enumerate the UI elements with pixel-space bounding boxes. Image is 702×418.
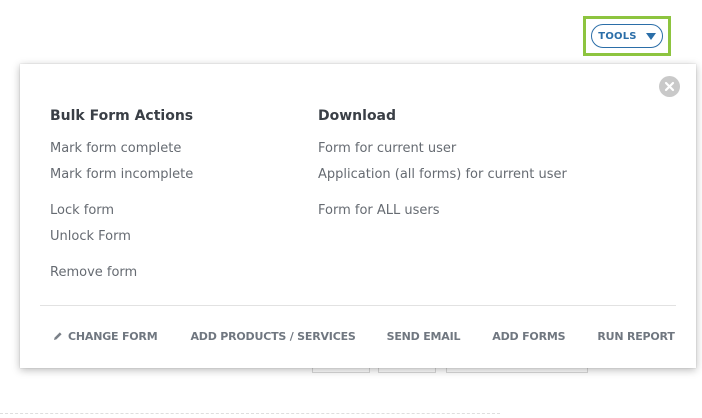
panel-divider	[40, 305, 676, 306]
unlock-form-link[interactable]: Unlock Form	[50, 229, 193, 245]
bulk-form-actions-heading: Bulk Form Actions	[50, 108, 194, 124]
change-form-label: CHANGE FORM	[68, 329, 158, 343]
tools-button-label: TOOLS	[598, 30, 637, 42]
download-heading: Download	[318, 108, 397, 124]
remove-form-link[interactable]: Remove form	[50, 265, 193, 281]
download-application-current-user-link[interactable]: Application (all forms) for current user	[318, 167, 567, 183]
background-divider	[0, 413, 500, 414]
tools-button[interactable]: TOOLS	[591, 24, 663, 48]
mark-form-incomplete-link[interactable]: Mark form incomplete	[50, 167, 193, 183]
lock-form-link[interactable]: Lock form	[50, 203, 193, 219]
dropdown-footer-actions: CHANGE FORM ADD PRODUCTS / SERVICES SEND…	[53, 329, 675, 343]
add-forms-button[interactable]: ADD FORMS	[492, 330, 565, 343]
tools-button-highlight: TOOLS	[583, 16, 671, 56]
change-form-button[interactable]: CHANGE FORM	[53, 329, 158, 343]
bulk-form-actions-column: Bulk Form Actions Mark form complete Mar…	[50, 108, 193, 281]
download-column: Download Form for current user Applicati…	[318, 108, 567, 219]
send-email-button[interactable]: SEND EMAIL	[387, 330, 461, 343]
add-products-services-button[interactable]: ADD PRODUCTS / SERVICES	[190, 330, 355, 343]
tools-dropdown-panel: Bulk Form Actions Mark form complete Mar…	[20, 64, 696, 368]
mark-form-complete-link[interactable]: Mark form complete	[50, 141, 193, 157]
caret-down-icon	[645, 32, 656, 40]
download-form-all-users-link[interactable]: Form for ALL users	[318, 203, 567, 219]
run-report-button[interactable]: RUN REPORT	[597, 330, 675, 343]
close-icon[interactable]	[659, 76, 680, 97]
download-form-current-user-link[interactable]: Form for current user	[318, 141, 567, 157]
pencil-icon	[54, 332, 62, 340]
